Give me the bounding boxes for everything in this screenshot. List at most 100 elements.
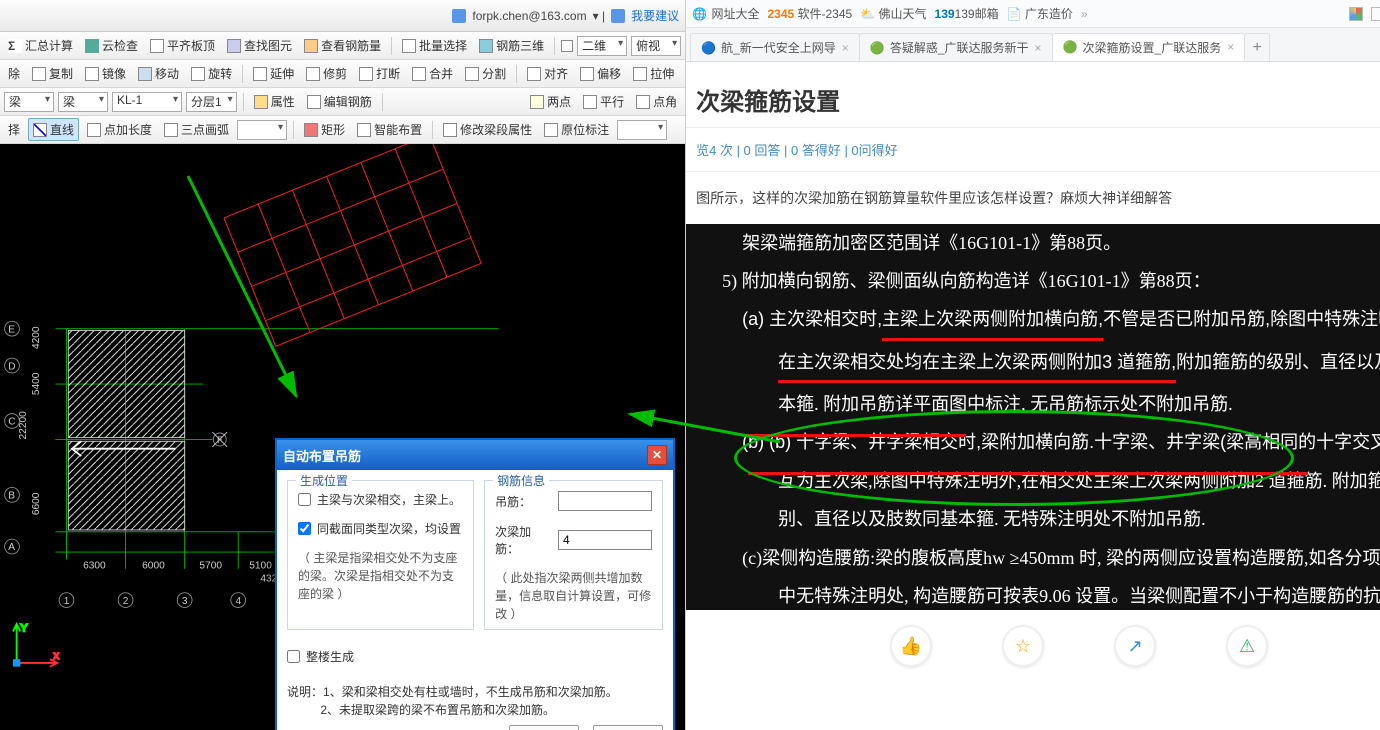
whole-building-checkbox[interactable] — [287, 650, 300, 663]
user-email: forpk.chen@163.com — [472, 9, 586, 23]
flat-roof-button[interactable]: 平齐板顶 — [146, 35, 219, 56]
toolbar-row-4: 择 直线 点加长度 三点画弧 矩形 智能布置 修改梁段属性 原位标注 — [0, 116, 685, 144]
share-button[interactable]: ↗ — [1114, 625, 1156, 667]
browser-window: 🌐 网址大全 2345 软件-2345 ⛅ 佛山天气 139139邮箱 📄 广东… — [686, 0, 1380, 730]
reference-image: 架梁端箍筋加密区范围详《16G101-1》第88页。 5) 附加横向钢筋、梁侧面… — [686, 224, 1380, 610]
batch-select-button[interactable]: 批量选择 — [398, 35, 471, 56]
rebar-info-group: 钢筋信息 吊筋： 次梁加筋： （ 此处指次梁两侧共增加数量，信息取自计算设置，可… — [484, 480, 663, 630]
view-2d-combo[interactable]: 二维 — [577, 36, 627, 56]
ok-button[interactable]: 确定 — [509, 725, 579, 730]
split-button[interactable]: 分割 — [461, 63, 510, 84]
edit-rebar-button[interactable]: 编辑钢筋 — [303, 91, 376, 112]
cancel-button[interactable]: 取消 — [593, 725, 663, 730]
break-button[interactable]: 打断 — [355, 63, 404, 84]
find-drawing-button[interactable]: 查找图元 — [223, 35, 296, 56]
report-button[interactable]: ⚠ — [1226, 625, 1268, 667]
view-persp-combo[interactable]: 俯视 — [631, 36, 681, 56]
two-point-button[interactable]: 两点 — [526, 91, 575, 112]
nav-mail-link[interactable]: 139139邮箱 — [935, 5, 999, 22]
point-angle-button[interactable]: 点角 — [632, 91, 681, 112]
layer-combo[interactable]: 分层1 — [186, 92, 237, 112]
svg-text:6600: 6600 — [31, 492, 42, 515]
tab-3[interactable]: 🟢次梁箍筋设置_广联达服务× — [1052, 33, 1246, 61]
diaojin-input[interactable] — [558, 491, 652, 511]
favorite-button[interactable]: ☆ — [1002, 625, 1044, 667]
nav-weather-link[interactable]: ⛅ 佛山天气 — [860, 5, 926, 22]
toolbar-icon-apps[interactable] — [1349, 7, 1363, 21]
offset-button[interactable]: 偏移 — [576, 63, 625, 84]
suggest-icon — [611, 9, 625, 23]
rebar-3d-button[interactable]: 钢筋三维 — [475, 35, 548, 56]
arc-combo[interactable] — [237, 120, 287, 140]
svg-text:5700: 5700 — [199, 561, 222, 572]
sum-calc-button[interactable]: Σ汇总计算 — [4, 35, 77, 56]
page-meta: 览4 次 | 0 回答 | 0 答得好 | 0问得好 — [686, 128, 1380, 172]
move-button[interactable]: 移动 — [134, 63, 183, 84]
toolbar-checkbox[interactable] — [561, 40, 573, 52]
tab-strip: 🔵航_新一代安全上网导× 🟢答疑解惑_广联达服务新干× 🟢次梁箍筋设置_广联达服… — [686, 28, 1380, 62]
same-section-checkbox[interactable] — [298, 522, 311, 535]
nav-guangdong-link[interactable]: 📄 广东造价 — [1007, 5, 1073, 22]
arc3-button[interactable]: 三点画弧 — [160, 119, 233, 140]
new-tab-button[interactable]: + — [1244, 33, 1270, 61]
svg-text:A: A — [8, 542, 15, 553]
dialog-titlebar[interactable]: 自动布置吊筋 ✕ — [277, 440, 673, 470]
page-title: 次梁箍筋设置 重 — [696, 82, 1380, 117]
add-length-button[interactable]: 点加长度 — [83, 119, 156, 140]
green-annotation-oval — [734, 410, 1294, 506]
member-combo[interactable]: KL-1 — [112, 92, 182, 112]
copy-button[interactable]: 复制 — [28, 63, 77, 84]
tab-1[interactable]: 🔵航_新一代安全上网导× — [690, 33, 860, 61]
view-rebar-button[interactable]: 查看钢筋量 — [300, 35, 385, 56]
cad-application: forpk.chen@163.com ▾ | 我要建议 Σ汇总计算 云检查 平齐… — [0, 0, 686, 730]
close-icon[interactable]: × — [842, 41, 849, 55]
rect-button[interactable]: 矩形 — [300, 119, 349, 140]
nav-sites-link[interactable]: 🌐 网址大全 — [692, 5, 759, 23]
close-icon[interactable]: × — [1035, 41, 1042, 55]
action-bar: 👍 ☆ ↗ ⚠ — [686, 610, 1380, 682]
align-button[interactable]: 对齐 — [523, 63, 572, 84]
diaojin-label: 吊筋： — [495, 493, 531, 510]
stretch-button[interactable]: 拉伸 — [629, 63, 678, 84]
line-button[interactable]: 直线 — [28, 118, 79, 141]
modify-beam-seg-button[interactable]: 修改梁段属性 — [439, 119, 536, 140]
toolbar-row-1: Σ汇总计算 云检查 平齐板顶 查找图元 查看钢筋量 批量选择 钢筋三维 二维 俯… — [0, 32, 685, 60]
toolbar-icon-grid[interactable] — [1371, 7, 1380, 21]
svg-text:B: B — [8, 491, 15, 502]
divider: ▾ | — [593, 9, 605, 23]
ciliang-input[interactable] — [558, 530, 652, 550]
primary-secondary-checkbox[interactable] — [298, 493, 311, 506]
cb1-label: 主梁与次梁相交，主梁上。 — [317, 491, 461, 508]
close-icon[interactable]: × — [1227, 40, 1234, 54]
cloud-check-button[interactable]: 云检查 — [81, 35, 142, 56]
svg-text:22200: 22200 — [18, 411, 29, 440]
mirror-button[interactable]: 镜像 — [81, 63, 130, 84]
category-combo[interactable]: 梁 — [4, 92, 54, 112]
undo-button[interactable]: 除 — [4, 63, 24, 84]
cad-canvas[interactable]: ED CBA 1234 5678 — [0, 144, 685, 730]
close-icon[interactable]: ✕ — [647, 445, 667, 465]
bookmark-bar: 🌐 网址大全 2345 软件-2345 ⛅ 佛山天气 139139邮箱 📄 广东… — [686, 0, 1380, 28]
parallel-button[interactable]: 平行 — [579, 91, 628, 112]
suggest-link[interactable]: 我要建议 — [631, 7, 679, 24]
nav-software-link[interactable]: 2345 软件-2345 — [767, 5, 852, 22]
rotate-button[interactable]: 旋转 — [187, 63, 236, 84]
merge-button[interactable]: 合并 — [408, 63, 457, 84]
label-combo[interactable] — [617, 120, 667, 140]
orig-label-button[interactable]: 原位标注 — [540, 119, 613, 140]
extend-button[interactable]: 延伸 — [249, 63, 298, 84]
type-combo[interactable]: 梁 — [58, 92, 108, 112]
group2-legend: 钢筋信息 — [493, 472, 549, 489]
explain-block: 说明：1、梁和梁相交处有柱或墙时，不生成吊筋和次梁加筋。 2、未提取梁跨的梁不布… — [287, 683, 663, 719]
select-mode-button[interactable]: 择 — [4, 119, 24, 140]
svg-text:1: 1 — [64, 596, 70, 607]
like-button[interactable]: 👍 — [890, 625, 932, 667]
trim-button[interactable]: 修剪 — [302, 63, 351, 84]
question-text: 图所示，这样的次梁加筋在钢筋算量软件里应该怎样设置？麻烦大神详细解答 — [686, 172, 1380, 224]
smart-layout-button[interactable]: 智能布置 — [353, 119, 426, 140]
user-icon — [452, 9, 466, 23]
tab-2[interactable]: 🟢答疑解惑_广联达服务新干× — [859, 33, 1053, 61]
properties-button[interactable]: 属性 — [250, 91, 299, 112]
svg-text:D: D — [8, 361, 15, 372]
svg-text:6000: 6000 — [142, 561, 165, 572]
